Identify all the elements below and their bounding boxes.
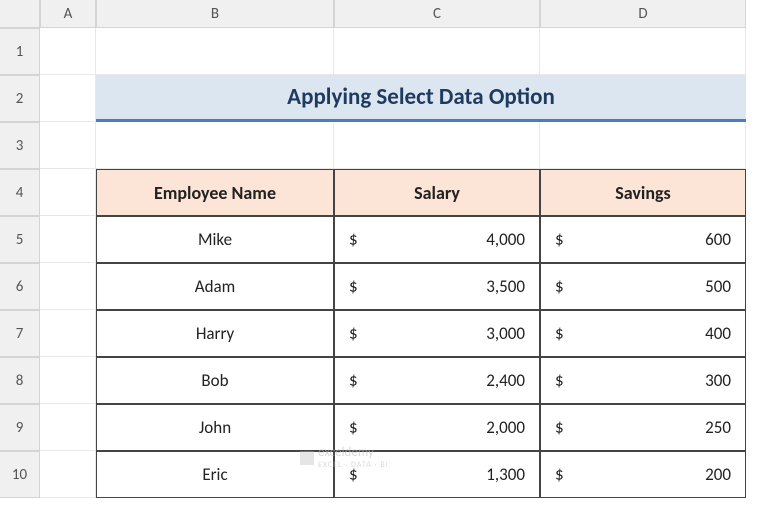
cell-A9[interactable]	[40, 404, 96, 451]
employee-name-cell[interactable]: Adam	[96, 263, 334, 310]
savings-cell[interactable]: $300	[540, 357, 746, 404]
cell-A7[interactable]	[40, 310, 96, 357]
header-salary[interactable]: Salary	[334, 169, 540, 216]
cell-A8[interactable]	[40, 357, 96, 404]
row-header-10[interactable]: 10	[0, 451, 40, 498]
employee-name-cell[interactable]: Eric	[96, 451, 334, 498]
row-header-5[interactable]: 5	[0, 216, 40, 263]
cell-A2[interactable]	[40, 75, 96, 122]
row-header-4[interactable]: 4	[0, 169, 40, 216]
salary-cell[interactable]: $2,400	[334, 357, 540, 404]
row-header-2[interactable]: 2	[0, 75, 40, 122]
savings-value: 500	[705, 276, 735, 297]
row-header-7[interactable]: 7	[0, 310, 40, 357]
savings-cell[interactable]: $200	[540, 451, 746, 498]
currency-symbol: $	[345, 370, 358, 391]
currency-symbol: $	[345, 323, 358, 344]
cell-A4[interactable]	[40, 169, 96, 216]
col-header-C[interactable]: C	[334, 0, 540, 28]
employee-name-cell[interactable]: Mike	[96, 216, 334, 263]
cell-C3[interactable]	[334, 122, 540, 169]
currency-symbol: $	[345, 276, 358, 297]
currency-symbol: $	[345, 464, 358, 485]
salary-cell[interactable]: $4,000	[334, 216, 540, 263]
employee-name-cell[interactable]: Harry	[96, 310, 334, 357]
savings-value: 200	[705, 464, 735, 485]
salary-cell[interactable]: $3,500	[334, 263, 540, 310]
row-header-1[interactable]: 1	[0, 28, 40, 75]
cell-D1[interactable]	[540, 28, 746, 75]
cell-A6[interactable]	[40, 263, 96, 310]
salary-value: 2,000	[486, 417, 529, 438]
savings-value: 250	[705, 417, 735, 438]
employee-name-cell[interactable]: John	[96, 404, 334, 451]
currency-symbol: $	[551, 370, 564, 391]
savings-cell[interactable]: $600	[540, 216, 746, 263]
cell-A10[interactable]	[40, 451, 96, 498]
savings-value: 400	[705, 323, 735, 344]
currency-symbol: $	[551, 323, 564, 344]
salary-value: 2,400	[486, 370, 529, 391]
cell-C1[interactable]	[334, 28, 540, 75]
cell-B1[interactable]	[96, 28, 334, 75]
row-header-8[interactable]: 8	[0, 357, 40, 404]
title-banner[interactable]: Applying Select Data Option	[96, 75, 746, 122]
salary-value: 3,500	[486, 276, 529, 297]
cell-A5[interactable]	[40, 216, 96, 263]
savings-cell[interactable]: $500	[540, 263, 746, 310]
currency-symbol: $	[345, 229, 358, 250]
header-savings[interactable]: Savings	[540, 169, 746, 216]
header-employee-name[interactable]: Employee Name	[96, 169, 334, 216]
col-header-A[interactable]: A	[40, 0, 96, 28]
row-header-9[interactable]: 9	[0, 404, 40, 451]
salary-cell[interactable]: $1,300	[334, 451, 540, 498]
spreadsheet-grid: A B C D 1 2 Applying Select Data Option …	[0, 0, 768, 498]
currency-symbol: $	[551, 464, 564, 485]
currency-symbol: $	[345, 417, 358, 438]
salary-value: 3,000	[486, 323, 529, 344]
currency-symbol: $	[551, 276, 564, 297]
savings-value: 300	[705, 370, 735, 391]
cell-D3[interactable]	[540, 122, 746, 169]
currency-symbol: $	[551, 417, 564, 438]
row-header-3[interactable]: 3	[0, 122, 40, 169]
cell-A1[interactable]	[40, 28, 96, 75]
savings-cell[interactable]: $250	[540, 404, 746, 451]
cell-B3[interactable]	[96, 122, 334, 169]
salary-value: 4,000	[486, 229, 529, 250]
employee-name-cell[interactable]: Bob	[96, 357, 334, 404]
salary-cell[interactable]: $2,000	[334, 404, 540, 451]
savings-cell[interactable]: $400	[540, 310, 746, 357]
salary-value: 1,300	[486, 464, 529, 485]
col-header-B[interactable]: B	[96, 0, 334, 28]
cell-A3[interactable]	[40, 122, 96, 169]
col-header-D[interactable]: D	[540, 0, 746, 28]
savings-value: 600	[705, 229, 735, 250]
salary-cell[interactable]: $3,000	[334, 310, 540, 357]
row-header-6[interactable]: 6	[0, 263, 40, 310]
select-all-corner[interactable]	[0, 0, 40, 28]
currency-symbol: $	[551, 229, 564, 250]
